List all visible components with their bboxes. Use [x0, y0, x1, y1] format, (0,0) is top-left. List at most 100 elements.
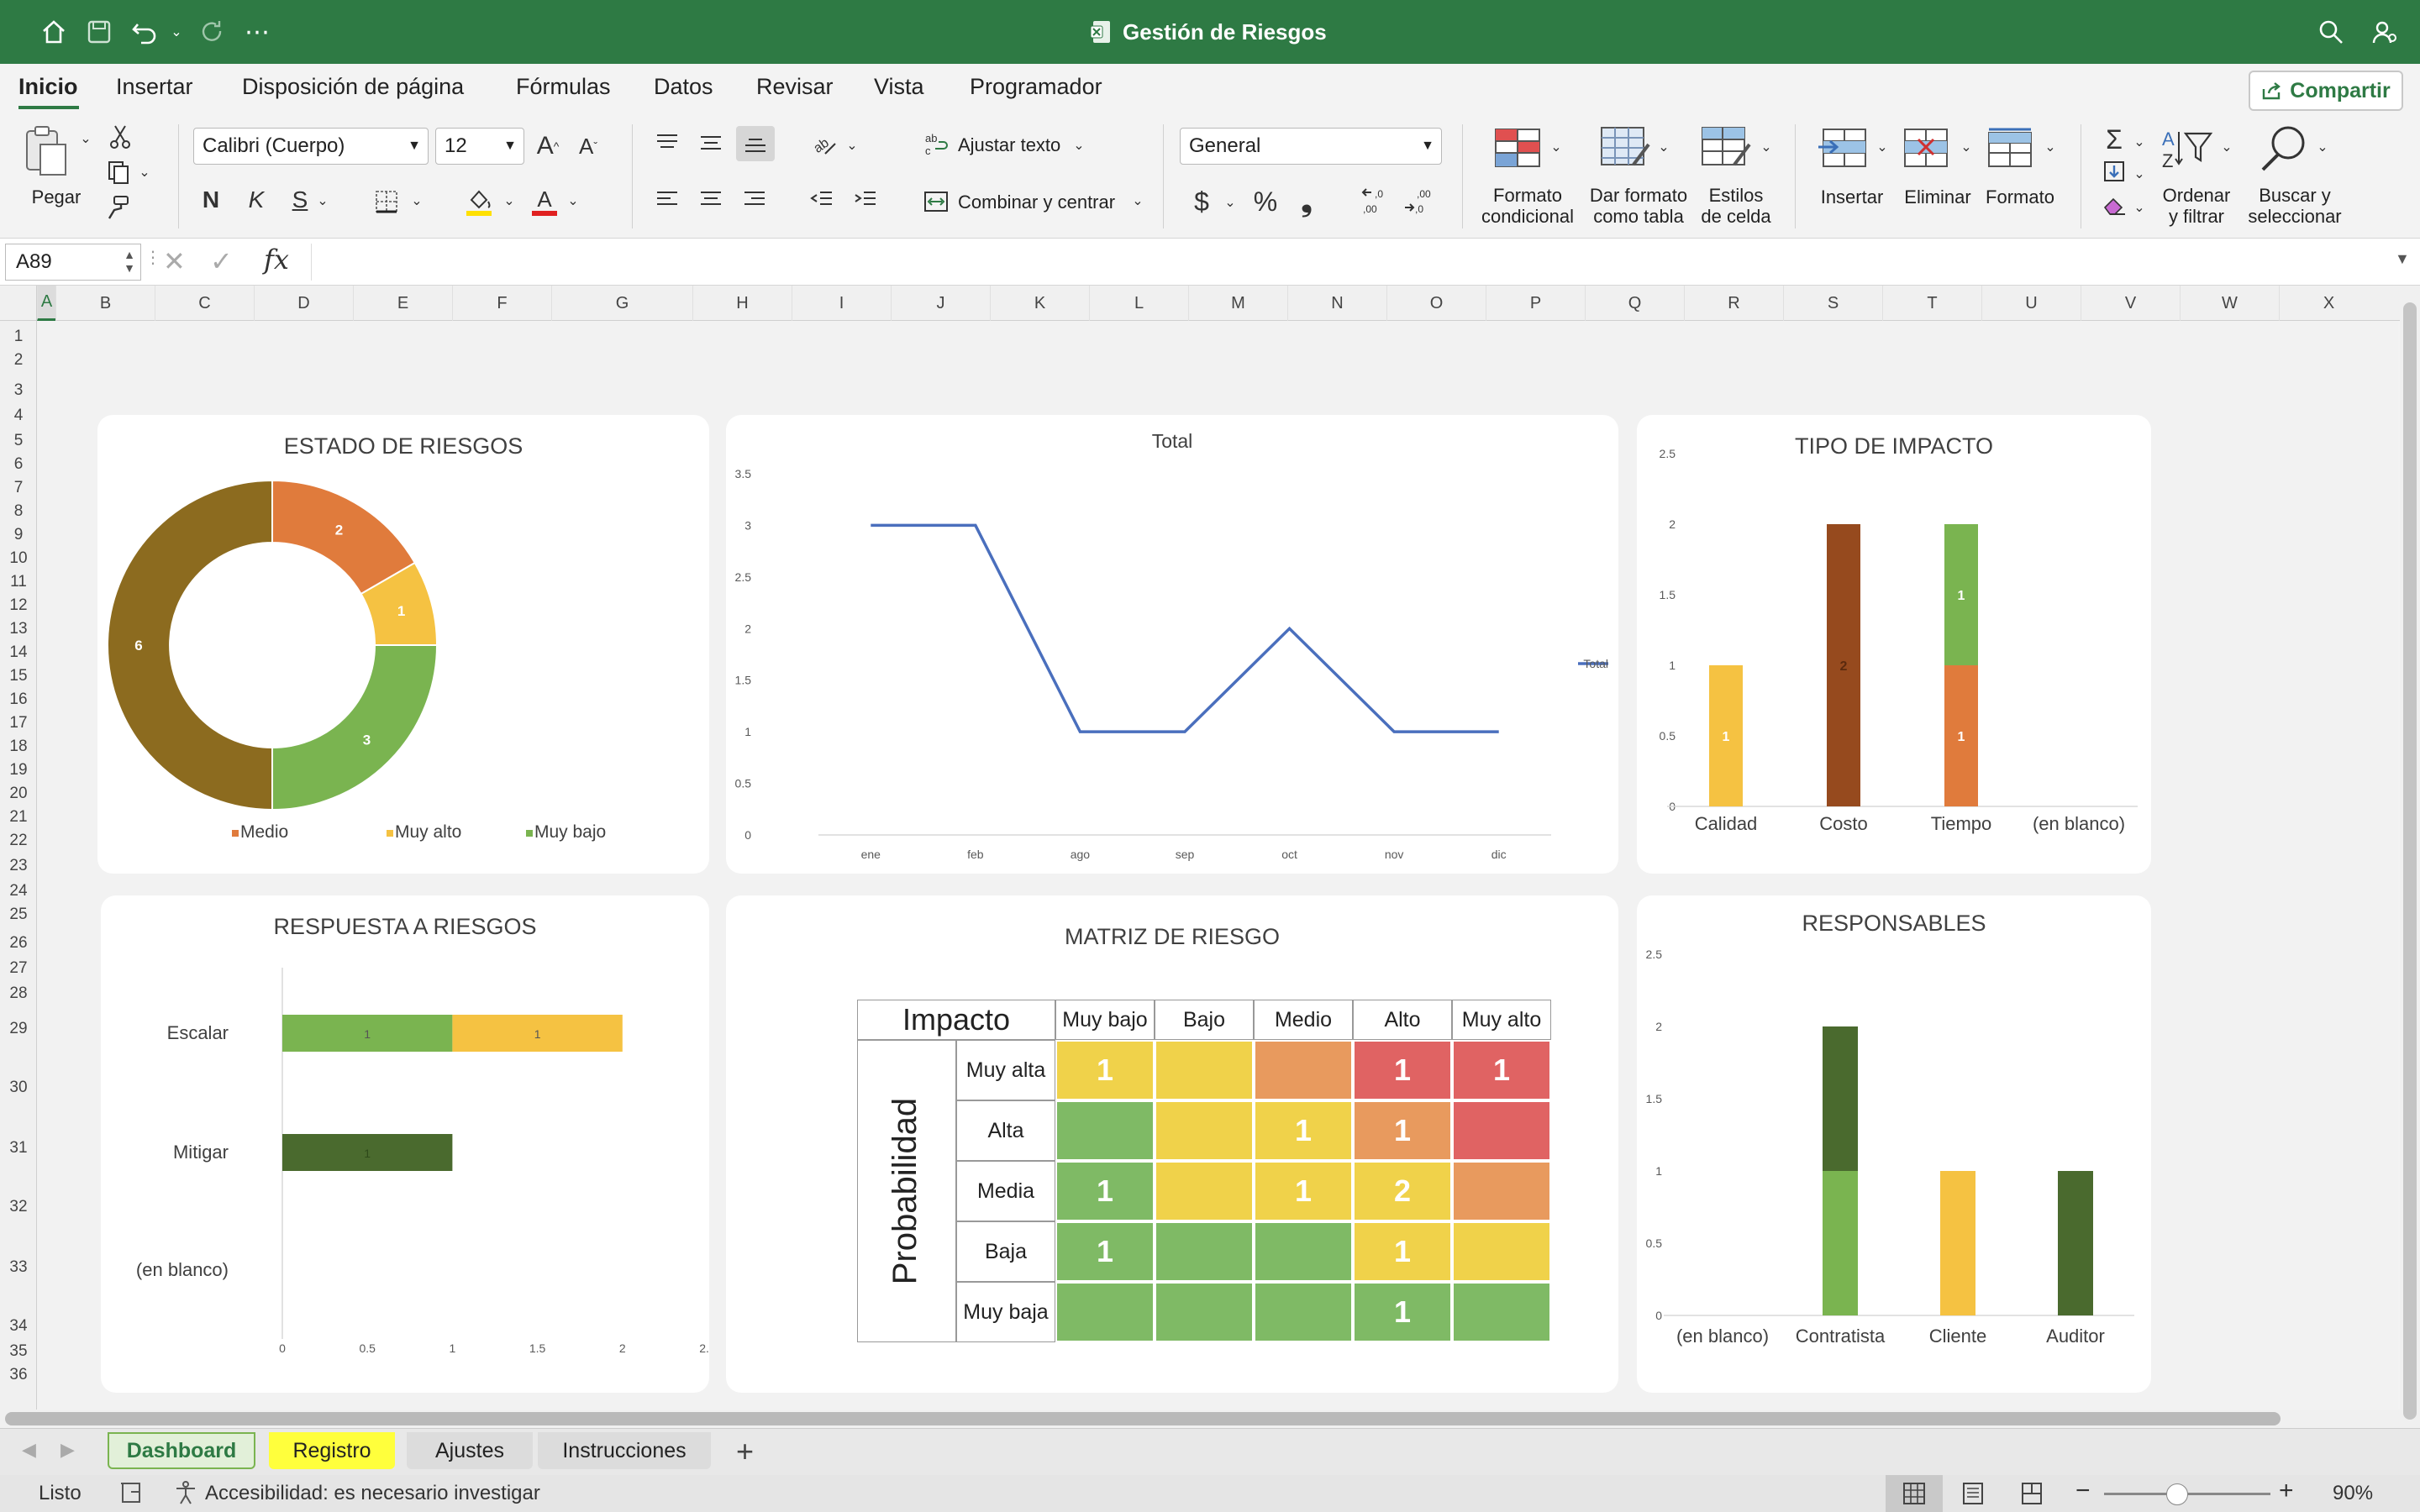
- column-header[interactable]: G: [551, 286, 692, 321]
- column-header[interactable]: O: [1386, 286, 1486, 321]
- row-header[interactable]: 21: [0, 808, 37, 827]
- wrap-text-dropdown-icon[interactable]: ⌄: [1071, 133, 1087, 158]
- sort-filter-dropdown-icon[interactable]: ⌄: [2218, 134, 2235, 160]
- share-button[interactable]: Compartir: [2249, 71, 2403, 111]
- cond-format-dropdown-icon[interactable]: ⌄: [1548, 134, 1565, 160]
- chart-tipo-impacto[interactable]: TIPO DE IMPACTO 0 0.5 1 1.5 2 2.5 Calidad 1 Cost…: [1637, 415, 2151, 874]
- row-header[interactable]: 13: [0, 620, 37, 638]
- align-middle-icon[interactable]: [696, 128, 726, 158]
- column-header[interactable]: J: [891, 286, 990, 321]
- cond-format-label[interactable]: Formato condicional: [1472, 185, 1583, 227]
- sheet-tab[interactable]: Ajustes: [407, 1432, 533, 1469]
- italic-button[interactable]: K: [242, 183, 271, 217]
- orientation-icon[interactable]: ab: [807, 128, 840, 161]
- column-header[interactable]: N: [1287, 286, 1386, 321]
- cancel-icon[interactable]: ✕: [163, 245, 186, 277]
- zoom-slider-thumb[interactable]: [2166, 1483, 2188, 1505]
- row-header[interactable]: 1: [0, 328, 37, 346]
- row-header[interactable]: 9: [0, 526, 37, 544]
- row-header[interactable]: 11: [0, 573, 37, 591]
- format-dropdown-icon[interactable]: ⌄: [2042, 134, 2059, 160]
- format-table-label[interactable]: Dar formato como tabla: [1581, 185, 1696, 227]
- row-header[interactable]: 36: [0, 1366, 37, 1384]
- more-icon[interactable]: ⋯: [240, 0, 274, 64]
- autosum-dropdown-icon[interactable]: ⌄: [2131, 129, 2148, 155]
- row-header[interactable]: 2: [0, 351, 37, 370]
- find-dropdown-icon[interactable]: ⌄: [2314, 134, 2331, 160]
- confirm-icon[interactable]: ✓: [210, 245, 233, 277]
- cut-icon[interactable]: [106, 123, 134, 151]
- row-header[interactable]: 17: [0, 714, 37, 732]
- format-cells-icon[interactable]: [1985, 126, 2037, 170]
- column-header[interactable]: F: [452, 286, 551, 321]
- font-color-icon[interactable]: A: [528, 183, 561, 220]
- borders-dropdown-icon[interactable]: ⌄: [408, 188, 425, 213]
- copy-dropdown-icon[interactable]: ⌄: [136, 161, 153, 183]
- drag-handle-icon[interactable]: ⋮: [145, 247, 161, 277]
- row-header[interactable]: 34: [0, 1317, 37, 1336]
- row-header[interactable]: 26: [0, 934, 37, 953]
- fill-dropdown-icon[interactable]: ⌄: [2131, 161, 2148, 186]
- insert-dropdown-icon[interactable]: ⌄: [1874, 134, 1891, 160]
- macro-record-icon[interactable]: [119, 1480, 145, 1511]
- increase-indent-icon[interactable]: [850, 185, 881, 215]
- scroll-thumb[interactable]: [5, 1412, 2281, 1425]
- row-header[interactable]: 6: [0, 455, 37, 474]
- zoom-level[interactable]: 90%: [2333, 1482, 2373, 1505]
- chart-responsables[interactable]: RESPONSABLES 0 0.5 1 1.5 2 2.5 (en blanco) Cont…: [1637, 895, 2151, 1393]
- format-painter-icon[interactable]: [104, 193, 133, 222]
- fill-dropdown-icon[interactable]: ⌄: [501, 188, 518, 213]
- currency-icon[interactable]: $: [1186, 185, 1217, 218]
- sheet-tab[interactable]: Dashboard: [108, 1432, 255, 1469]
- align-right-icon[interactable]: [739, 185, 770, 215]
- cell-styles-icon[interactable]: [1701, 126, 1751, 170]
- next-sheet-icon[interactable]: ▶: [60, 1439, 75, 1461]
- row-header[interactable]: 4: [0, 407, 37, 425]
- scroll-thumb[interactable]: [2403, 302, 2417, 1420]
- row-header[interactable]: 16: [0, 690, 37, 709]
- column-header[interactable]: W: [2180, 286, 2279, 321]
- row-header[interactable]: 31: [0, 1139, 37, 1158]
- column-header[interactable]: L: [1089, 286, 1188, 321]
- accessibility-icon[interactable]: [173, 1480, 198, 1511]
- increase-decimal-icon[interactable]: ,0,00: [1358, 185, 1395, 218]
- conditional-format-icon[interactable]: [1492, 126, 1543, 170]
- sheet-tab[interactable]: Instrucciones: [538, 1432, 711, 1469]
- expand-formula-icon[interactable]: ▼: [2395, 250, 2410, 268]
- column-header[interactable]: H: [692, 286, 792, 321]
- font-color-dropdown-icon[interactable]: ⌄: [565, 188, 581, 213]
- cell-styles-dropdown-icon[interactable]: ⌄: [1758, 134, 1775, 160]
- tab-formulas[interactable]: Fórmulas: [516, 74, 611, 100]
- sort-filter-icon[interactable]: AZ: [2160, 126, 2215, 171]
- orientation-dropdown-icon[interactable]: ⌄: [844, 133, 860, 158]
- column-header[interactable]: E: [353, 286, 452, 321]
- row-header[interactable]: 30: [0, 1079, 37, 1097]
- tab-programador[interactable]: Programador: [970, 74, 1102, 100]
- merge-center-icon[interactable]: [921, 186, 951, 217]
- delete-cells-label[interactable]: Eliminar: [1897, 186, 1978, 207]
- row-header[interactable]: 27: [0, 959, 37, 978]
- column-header[interactable]: I: [792, 286, 891, 321]
- chart-respuesta-riesgos[interactable]: RESPUESTA A RIESGOS 00.511.522.5Escalar1…: [101, 895, 709, 1393]
- row-header[interactable]: 20: [0, 785, 37, 803]
- format-as-table-icon[interactable]: [1600, 126, 1650, 170]
- sheet-tab[interactable]: Registro: [269, 1432, 395, 1469]
- chart-estado-riesgos[interactable]: ESTADO DE RIESGOS 2 1 3 6 Medio Muy alto Muy b…: [97, 415, 709, 874]
- row-header[interactable]: 8: [0, 502, 37, 521]
- row-header[interactable]: 35: [0, 1342, 37, 1361]
- fill-color-icon[interactable]: [462, 183, 496, 220]
- paste-dropdown-icon[interactable]: ⌄: [77, 126, 94, 151]
- underline-button[interactable]: S: [286, 183, 314, 217]
- name-box[interactable]: A89 ▲ ▼: [5, 244, 141, 281]
- insert-cells-label[interactable]: Insertar: [1812, 186, 1892, 207]
- row-header[interactable]: 15: [0, 667, 37, 685]
- insert-cells-icon[interactable]: [1815, 126, 1870, 170]
- bold-button[interactable]: N: [197, 183, 225, 217]
- search-icon[interactable]: [2314, 0, 2348, 64]
- clear-dropdown-icon[interactable]: ⌄: [2131, 195, 2148, 220]
- delete-dropdown-icon[interactable]: ⌄: [1958, 134, 1975, 160]
- format-table-dropdown-icon[interactable]: ⌄: [1655, 134, 1672, 160]
- autosum-icon[interactable]: Σ: [2099, 124, 2129, 155]
- underline-dropdown-icon[interactable]: ⌄: [314, 188, 331, 213]
- column-header[interactable]: X: [2279, 286, 2378, 321]
